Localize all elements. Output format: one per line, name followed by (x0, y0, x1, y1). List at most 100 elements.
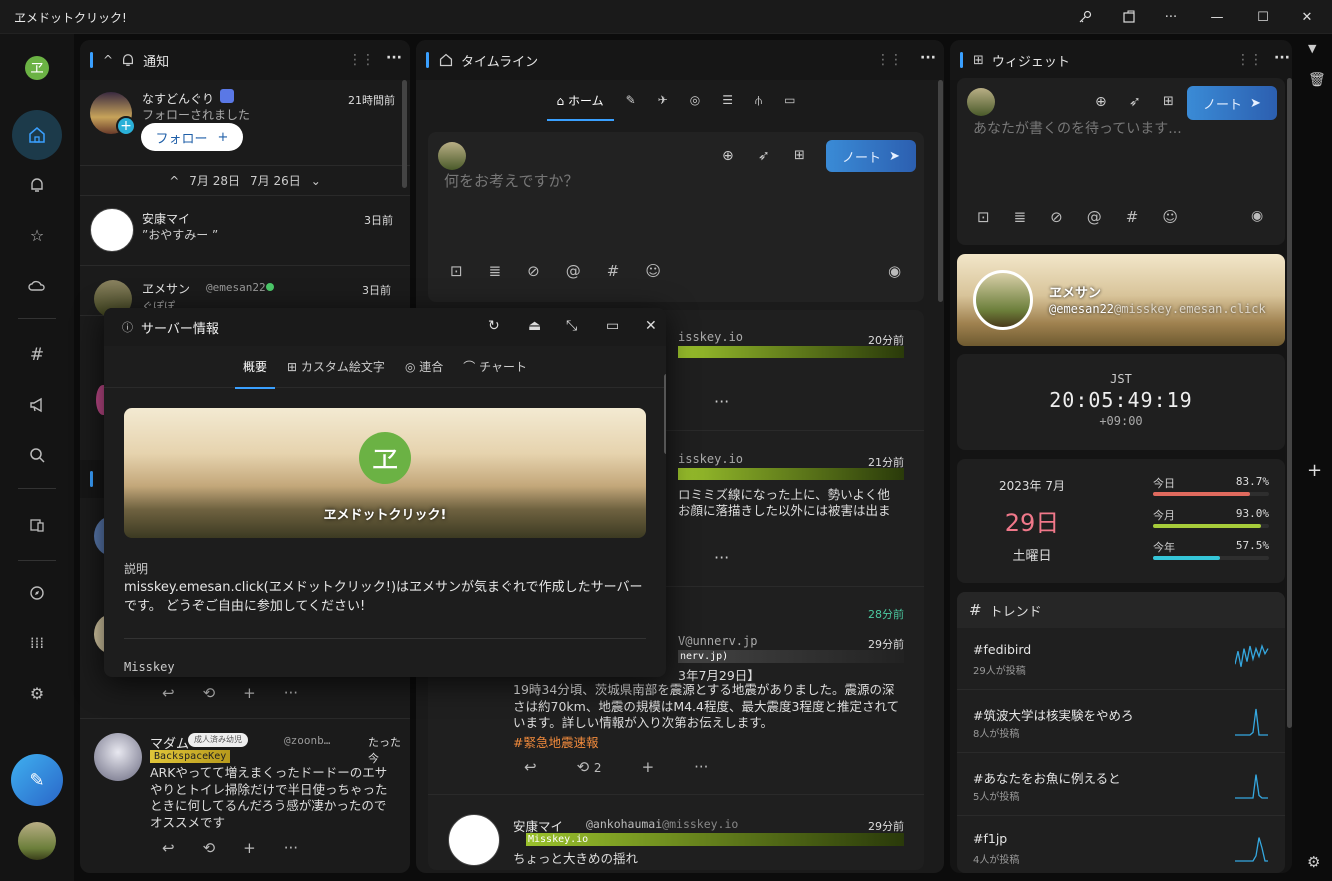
more-icon[interactable]: ··· (694, 758, 708, 776)
globe-icon[interactable]: ⊕ (1095, 94, 1107, 110)
scrollbar[interactable] (402, 80, 407, 188)
globe-icon[interactable]: ⊕ (722, 148, 734, 164)
tab-local-icon[interactable]: ✎ (626, 93, 636, 107)
reply-icon[interactable]: ↩ (162, 839, 175, 857)
more-icon[interactable]: ··· (714, 392, 729, 411)
hashtag-icon[interactable]: # (607, 262, 620, 280)
reaction-plus-icon[interactable]: + (243, 684, 256, 702)
devices-icon[interactable] (22, 510, 52, 540)
reaction-plus-icon[interactable]: + (243, 839, 256, 857)
avatar[interactable] (967, 88, 995, 116)
column-menu-button[interactable]: ··· (386, 50, 402, 66)
hash-icon[interactable]: # (22, 340, 52, 370)
preview-eye-icon[interactable]: ◉ (1251, 208, 1263, 224)
apps-icon[interactable]: ⁞⁞⁞ (22, 628, 52, 658)
notification-item[interactable]: + なすどんぐり フォローされました 21時間前 フォロー + (80, 80, 410, 166)
close-icon[interactable]: ✕ (1284, 0, 1330, 34)
scrollbar[interactable] (1287, 78, 1292, 728)
notification-item[interactable]: 安康マイ ”おやすみー ” 3日前 (80, 196, 410, 266)
mention-icon[interactable]: @ (566, 262, 581, 280)
notification-user-name[interactable]: ヱメサン (142, 280, 190, 297)
compose-button[interactable]: ✎ (11, 754, 63, 806)
notification-user-name[interactable]: なすどんぐり (142, 90, 214, 107)
mention-icon[interactable]: @ (1087, 208, 1102, 226)
post-button[interactable]: ノート ➤ (1187, 86, 1277, 120)
eye-off-icon[interactable]: ⊘ (1050, 208, 1063, 226)
notification-user-name[interactable]: 安康マイ (142, 210, 190, 227)
trend-item[interactable]: #あなたをお魚に例えると 5人が投稿 (957, 754, 1285, 816)
compass-icon[interactable] (22, 578, 52, 608)
megaphone-icon[interactable] (22, 390, 52, 420)
composer-input[interactable]: あなたが書くのを待っています... (973, 118, 1182, 138)
tab-antenna-icon[interactable]: ⫛ (755, 93, 762, 108)
tab-list-icon[interactable]: ☰ (722, 93, 733, 107)
chevron-up-icon[interactable]: ^ (103, 53, 113, 67)
emoji-icon[interactable]: ☺ (645, 262, 661, 280)
eject-icon[interactable]: ⏏ (528, 318, 541, 334)
preview-eye-icon[interactable]: ◉ (888, 262, 901, 280)
gear-icon[interactable]: ⚙ (22, 678, 52, 708)
cloud-icon[interactable] (22, 270, 52, 300)
more-icon[interactable]: ··· (284, 839, 298, 857)
profile-widget[interactable]: ヱメサン @emesan22@misskey.emesan.click (957, 254, 1285, 346)
avatar[interactable] (973, 270, 1033, 330)
rocket-icon[interactable]: ➶ (1129, 94, 1141, 110)
close-icon[interactable]: ✕ (645, 318, 657, 334)
trend-item[interactable]: #f1jp 4人が投稿 (957, 817, 1285, 873)
minimize-icon[interactable]: — (1194, 0, 1240, 34)
avatar[interactable] (448, 814, 500, 866)
tab-channel-icon[interactable]: ▭ (784, 93, 795, 107)
trash-icon[interactable]: 🗑 (1308, 72, 1326, 88)
scrollbar[interactable] (938, 80, 943, 302)
window-share-icon[interactable] (1106, 0, 1152, 34)
collapse-icon[interactable]: ▼ (1308, 42, 1316, 55)
trend-item[interactable]: #筑波大学は核実験をやめろ 8人が投稿 (957, 691, 1285, 753)
plugin-icon[interactable]: ⊞ (1163, 94, 1174, 109)
home-icon[interactable] (22, 120, 52, 150)
avatar[interactable] (438, 142, 466, 170)
ellipsis-icon[interactable]: ··· (1148, 0, 1194, 34)
star-icon[interactable]: ☆ (22, 220, 52, 250)
settings-icon[interactable]: ⚙ (1307, 853, 1320, 871)
renote-icon[interactable]: ⟲ (203, 839, 216, 857)
reaction-plus-icon[interactable]: + (642, 758, 655, 776)
drag-handle-icon[interactable]: ⋮⋮ (348, 52, 375, 68)
avatar[interactable] (90, 208, 134, 252)
tab-custom-emoji[interactable]: ⊞ カスタム絵文字 (287, 358, 385, 375)
drag-handle-icon[interactable]: ⋮⋮ (876, 52, 903, 68)
instance-logo[interactable]: ヱ (25, 56, 49, 80)
maximize-icon[interactable]: ▭ (606, 318, 619, 334)
reply-icon[interactable]: ↩ (524, 758, 537, 776)
poll-icon[interactable]: ≣ (1014, 208, 1027, 226)
image-icon[interactable]: ⊡ (450, 262, 463, 280)
composer-input[interactable]: 何をお考えですか？ (444, 170, 579, 191)
trend-item[interactable]: #fedibird 29人が投稿 (957, 628, 1285, 690)
bell-icon[interactable] (22, 170, 52, 200)
tab-chart[interactable]: ⌒ チャート (463, 358, 527, 375)
follow-button[interactable]: フォロー + (141, 123, 243, 151)
more-icon[interactable]: ··· (284, 684, 298, 702)
maximize-icon[interactable]: ☐ (1240, 0, 1286, 34)
tab-global-icon[interactable]: ◎ (690, 93, 700, 107)
my-avatar[interactable] (18, 822, 56, 860)
poll-icon[interactable]: ≣ (489, 262, 502, 280)
image-icon[interactable]: ⊡ (977, 208, 990, 226)
renote-icon[interactable]: ⟲ (203, 684, 216, 702)
more-icon[interactable]: ··· (714, 548, 729, 567)
post-button[interactable]: ノート ➤ (826, 140, 916, 172)
reply-icon[interactable]: ↩ (162, 684, 175, 702)
column-menu-button[interactable]: ··· (1274, 50, 1290, 66)
plugin-icon[interactable]: ⊞ (794, 148, 805, 163)
column-menu-button[interactable]: ··· (920, 50, 936, 66)
tab-overview[interactable]: 概要 (235, 358, 276, 389)
rocket-icon[interactable]: ➶ (758, 148, 770, 164)
eye-off-icon[interactable]: ⊘ (527, 262, 540, 280)
tab-social-icon[interactable]: ✈ (658, 93, 668, 107)
drag-handle-icon[interactable]: ⋮⋮ (1236, 52, 1263, 68)
scrollbar[interactable] (664, 374, 666, 454)
add-widget-icon[interactable]: + (1307, 460, 1322, 481)
tab-federation[interactable]: ◎ 連合 (405, 358, 443, 375)
emoji-icon[interactable]: ☺ (1162, 208, 1178, 226)
refresh-icon[interactable]: ↻ (488, 318, 500, 334)
hashtag-icon[interactable]: # (1126, 208, 1139, 226)
